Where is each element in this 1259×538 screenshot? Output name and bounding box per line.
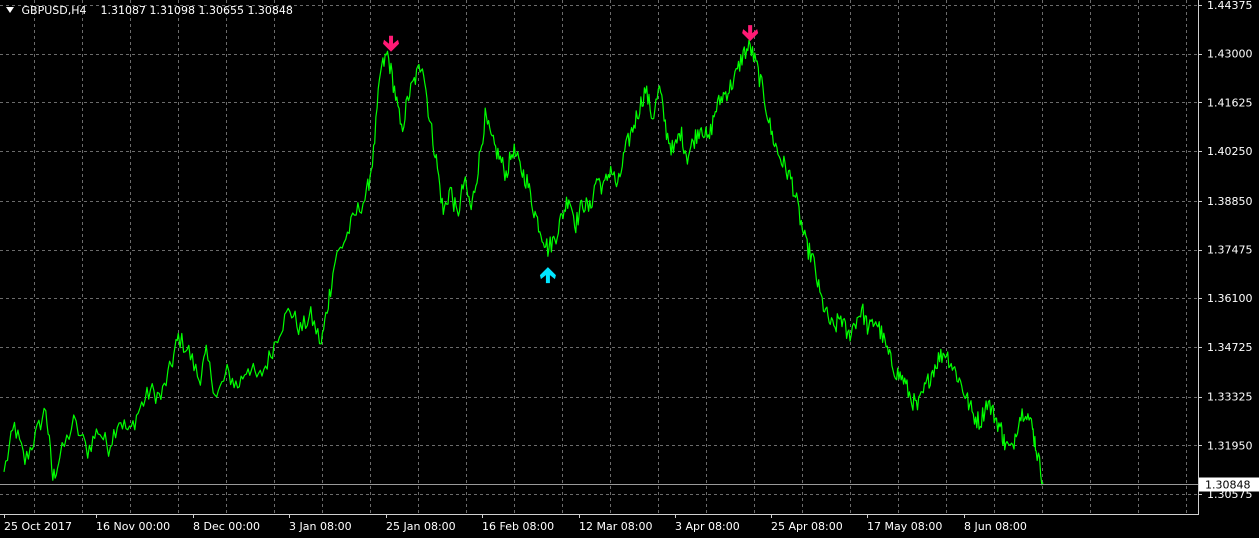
time-axis-label: 16 Feb 08:00 <box>482 520 554 533</box>
price-chart[interactable]: 1.44375 1.43000 1.41625 1.40250 1.38850 1.374… <box>0 0 1259 538</box>
time-axis-label: 3 Jan 08:00 <box>289 520 352 533</box>
chart-background <box>0 0 1259 538</box>
price-axis-label: 1.44375 <box>1207 0 1253 12</box>
current-price-label: 1.30848 <box>1205 479 1251 492</box>
price-axis-label: 1.31950 <box>1207 439 1253 452</box>
price-axis-label: 1.36100 <box>1207 292 1253 305</box>
chart-header: GBPUSD,H4 1.31087 1.31098 1.30655 1.3084… <box>6 4 293 17</box>
time-axis-label: 8 Dec 00:00 <box>193 520 260 533</box>
chart-window[interactable]: 1.44375 1.43000 1.41625 1.40250 1.38850 1.374… <box>0 0 1259 538</box>
time-axis-label: 8 Jun 08:00 <box>964 520 1027 533</box>
time-axis-label: 25 Jan 08:00 <box>386 520 456 533</box>
price-axis-label: 1.33325 <box>1207 391 1253 404</box>
symbol-label: GBPUSD,H4 <box>21 4 87 17</box>
time-axis-label: 17 May 08:00 <box>867 520 942 533</box>
price-axis-label: 1.37475 <box>1207 244 1253 257</box>
price-axis-label: 1.38850 <box>1207 195 1253 208</box>
time-axis-label: 3 Apr 08:00 <box>675 520 740 533</box>
time-axis-label: 25 Oct 2017 <box>4 520 72 533</box>
dropdown-triangle-icon[interactable] <box>6 7 14 13</box>
price-axis-label: 1.34725 <box>1207 341 1253 354</box>
time-axis-label: 16 Nov 00:00 <box>96 520 170 533</box>
price-axis-label: 1.41625 <box>1207 96 1253 109</box>
ohlc-values: 1.31087 1.31098 1.30655 1.30848 <box>100 4 293 17</box>
time-axis-label: 12 Mar 08:00 <box>579 520 652 533</box>
price-axis-label: 1.43000 <box>1207 48 1253 61</box>
time-axis-label: 25 Apr 08:00 <box>771 520 843 533</box>
price-axis-label: 1.40250 <box>1207 145 1253 158</box>
